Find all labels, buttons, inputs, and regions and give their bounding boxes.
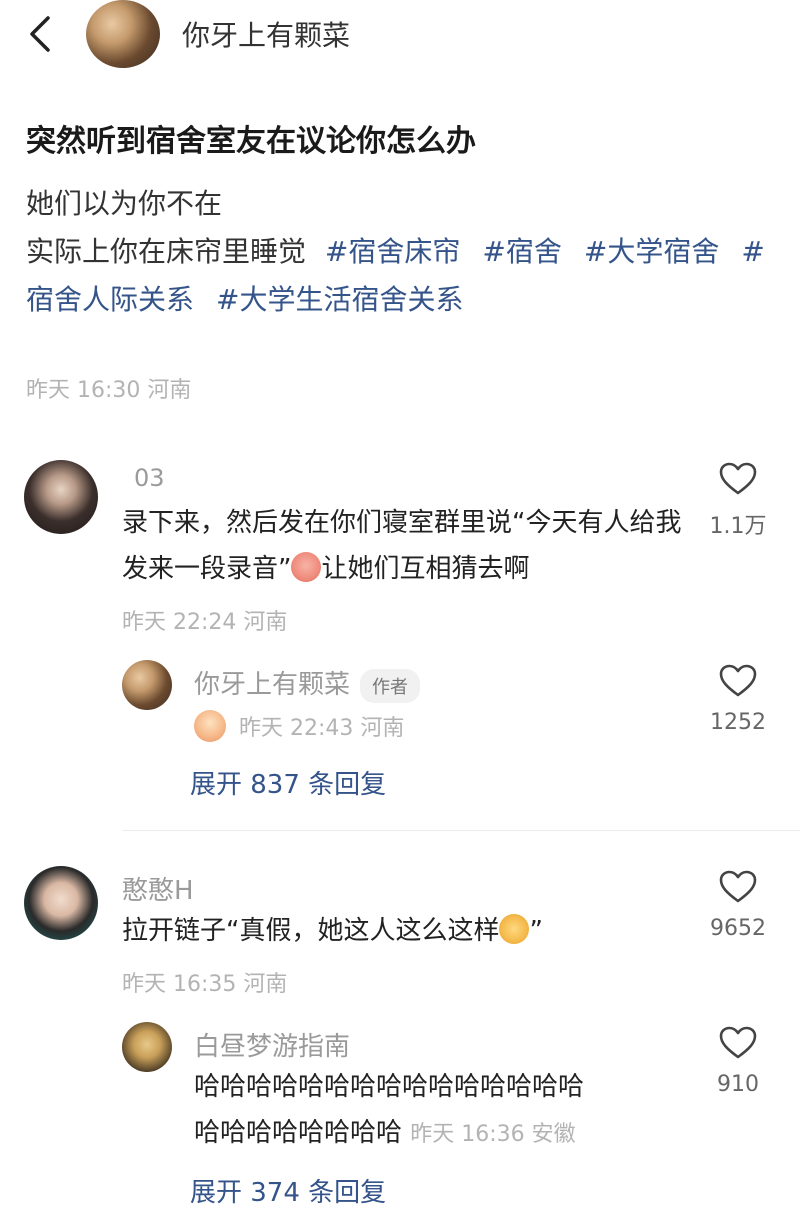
hashtag-link[interactable]: #宿舍 <box>482 235 561 268</box>
comment-meta: 昨天 22:24 河南 <box>122 610 288 635</box>
reply-avatar[interactable] <box>122 1022 172 1072</box>
comment-text: 录下来，然后发在你们寝室群里说“今天有人给我发来一段录音” 让她们互相猜去啊 <box>122 508 682 584</box>
hashtag-link[interactable]: #大学生活宿舍关系 <box>216 283 463 316</box>
post-body: 她们以为你不在 实际上你在床帘里睡觉 #宿舍床帘 #宿舍 #大学宿舍 #宿舍人际关系 #… <box>26 180 786 324</box>
divider <box>122 830 800 831</box>
commenter-name[interactable]: 03 <box>134 464 165 492</box>
hashtag-link[interactable]: #大学宿舍 <box>584 235 719 268</box>
reply-username[interactable]: 白昼梦游指南 <box>194 1026 350 1063</box>
author-badge: 作者 <box>360 668 421 703</box>
fruit-face-emoji-icon <box>499 913 530 944</box>
chevron-left-icon <box>30 16 50 52</box>
reply-meta: 昨天 22:43 河南 <box>239 716 405 741</box>
reply-user-row: 你牙上有颗菜 作者 <box>194 664 421 703</box>
commenter-avatar[interactable] <box>24 866 98 940</box>
like-button[interactable]: 1252 <box>698 664 778 735</box>
post-title: 突然听到宿舍室友在议论你怎么办 <box>26 124 476 159</box>
like-button[interactable]: 9652 <box>698 870 778 941</box>
reply-text: 哈哈哈哈哈哈哈哈哈哈哈哈哈哈哈 哈哈哈哈哈哈哈哈 昨天 16:36 安徽 <box>194 1072 585 1148</box>
like-count: 910 <box>717 1072 759 1097</box>
reply-avatar[interactable] <box>122 660 172 710</box>
like-count: 1252 <box>710 710 766 735</box>
heart-outline-icon <box>719 1026 757 1059</box>
author-name[interactable]: 你牙上有颗菜 <box>182 14 350 54</box>
like-count: 9652 <box>710 916 766 941</box>
post-line-2-text: 实际上你在床帘里睡觉 <box>26 235 307 268</box>
post-line-1: 她们以为你不在 <box>26 187 223 220</box>
like-button[interactable]: 1.1万 <box>698 462 778 540</box>
post-meta: 昨天 16:30 河南 <box>26 378 192 403</box>
crying-face-emoji-icon <box>194 710 226 742</box>
reply-meta: 昨天 16:36 安徽 <box>410 1122 576 1147</box>
reply-meta-row: 昨天 22:43 河南 <box>194 710 404 745</box>
like-count: 1.1万 <box>709 514 767 539</box>
hashtag-link[interactable]: #宿舍床帘 <box>325 235 460 268</box>
like-button[interactable]: 910 <box>698 1026 778 1097</box>
commenter-name[interactable]: 憨憨H <box>122 870 194 907</box>
heart-outline-icon <box>719 664 757 697</box>
pig-face-emoji-icon <box>291 551 322 582</box>
heart-outline-icon <box>719 870 757 903</box>
commenter-avatar[interactable] <box>24 460 98 534</box>
author-avatar[interactable] <box>86 0 160 68</box>
reply-username[interactable]: 你牙上有颗菜 <box>194 670 350 700</box>
heart-outline-icon <box>719 462 757 495</box>
back-button[interactable] <box>22 12 62 56</box>
expand-replies-button[interactable]: 展开 374 条回复 <box>190 1172 386 1209</box>
expand-replies-button[interactable]: 展开 837 条回复 <box>190 764 386 801</box>
comment-meta: 昨天 16:35 河南 <box>122 972 288 997</box>
post-line-2: 实际上你在床帘里睡觉 #宿舍床帘 #宿舍 #大学宿舍 #宿舍人际关系 #大学生活宿舍关系 <box>26 228 786 324</box>
comment-text: 拉开链子“真假，她这人这么这样” <box>122 908 682 954</box>
